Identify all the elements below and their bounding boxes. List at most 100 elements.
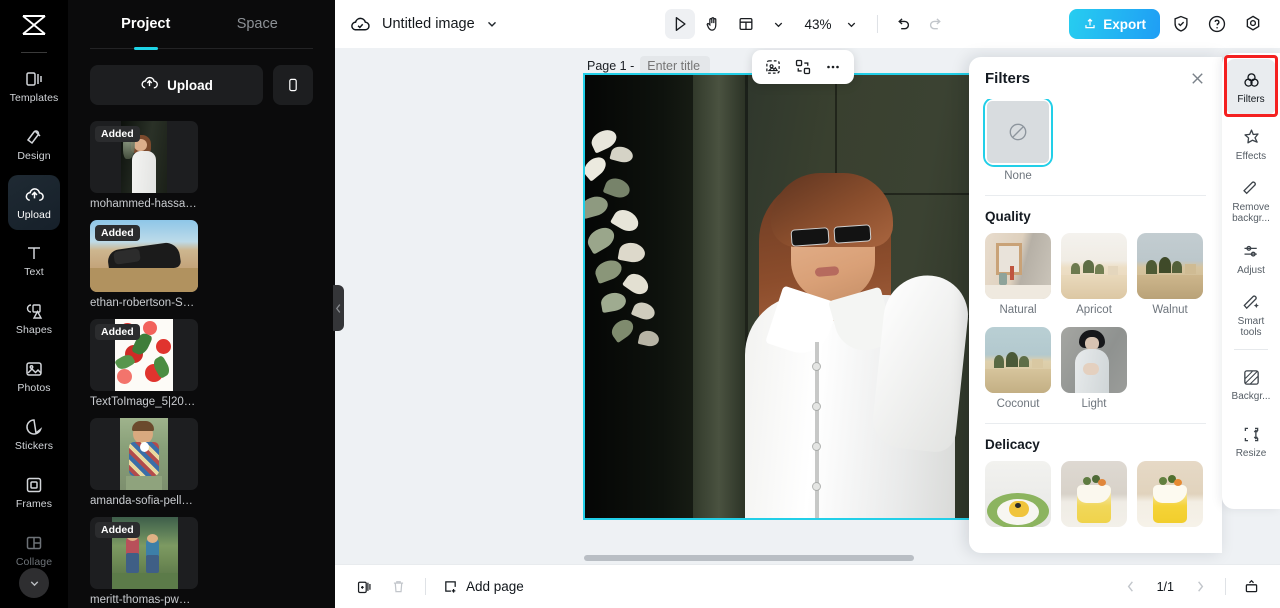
artboard-selected-image[interactable] — [583, 73, 971, 520]
add-page-icon — [442, 578, 459, 595]
filter-group-quality: Natural Apricot Walnut Coconut Light — [985, 233, 1206, 410]
sidebar-label: Upload — [17, 208, 51, 221]
more-options-icon[interactable] — [819, 53, 847, 81]
filter-thumbnail — [1137, 233, 1203, 299]
added-badge: Added — [95, 225, 140, 241]
filter-option-light[interactable]: Light — [1061, 327, 1127, 410]
filter-option-natural[interactable]: Natural — [985, 233, 1051, 316]
filter-option-none[interactable]: None — [985, 99, 1051, 182]
toolbar-left: Untitled image — [349, 13, 499, 36]
filter-option-delicacy-2[interactable] — [1061, 461, 1127, 532]
filter-option-coconut[interactable]: Coconut — [985, 327, 1051, 410]
upload-item-name: ethan-robertson-SYx... — [90, 297, 198, 309]
duplicate-page-icon[interactable] — [349, 572, 379, 602]
zoom-caret-icon[interactable] — [837, 9, 867, 39]
page-label: Page 1 - — [587, 56, 711, 75]
next-page-icon[interactable] — [1185, 572, 1215, 602]
tool-adjust[interactable]: Adjust — [1226, 230, 1276, 286]
swap-replace-icon[interactable] — [789, 53, 817, 81]
toolbar-divider — [876, 15, 878, 33]
layout-grid-icon[interactable] — [730, 9, 760, 39]
filter-thumbnail — [1061, 327, 1127, 393]
tool-resize[interactable]: Resize — [1226, 413, 1276, 469]
filter-thumbnail — [985, 327, 1051, 393]
cursor-select-icon[interactable] — [664, 9, 695, 39]
filter-thumbnail — [985, 461, 1051, 527]
sidebar-item-templates[interactable]: Templates — [8, 59, 60, 114]
upload-button-label: Upload — [167, 77, 213, 93]
filters-panel-body[interactable]: None Quality Natural Apricot Walnut Coco… — [969, 99, 1222, 553]
sidebar-label: Text — [24, 266, 44, 278]
tool-background[interactable]: Backgr... — [1226, 356, 1276, 412]
layout-caret-icon[interactable] — [763, 9, 793, 39]
upload-item[interactable]: amanda-sofia-pellen... — [90, 418, 198, 507]
tool-filters[interactable]: Filters — [1226, 59, 1276, 115]
sidebar-label: Photos — [17, 382, 51, 394]
sidebar-item-stickers[interactable]: Stickers — [8, 407, 60, 462]
filter-label: Natural — [999, 304, 1037, 316]
bottom-left-group: Add page — [349, 572, 528, 602]
upload-cloud-icon — [140, 74, 159, 96]
selection-floating-toolbar — [752, 50, 854, 84]
upload-item[interactable]: Added meritt-thomas-pwCJ... — [90, 517, 198, 606]
sidebar-item-photos[interactable]: Photos — [8, 349, 60, 404]
app-logo[interactable] — [0, 0, 68, 50]
sidebar-label: Shapes — [15, 324, 53, 336]
chevron-down-icon[interactable] — [485, 17, 499, 31]
close-icon[interactable] — [1189, 70, 1206, 87]
page-title-input[interactable] — [640, 56, 711, 75]
cloud-saved-icon[interactable] — [349, 13, 372, 36]
upload-button[interactable]: Upload — [90, 65, 263, 105]
sidebar-label: Design — [17, 150, 51, 162]
document-title[interactable]: Untitled image — [382, 16, 475, 32]
redo-arrow-icon[interactable] — [921, 9, 951, 39]
sidebar-item-design[interactable]: Design — [8, 117, 60, 172]
trash-icon[interactable] — [383, 572, 413, 602]
tool-smart-tools[interactable]: Smart tools — [1226, 287, 1276, 343]
hand-pan-icon[interactable] — [697, 9, 727, 39]
chevron-down-icon[interactable] — [19, 568, 49, 598]
tool-remove-background[interactable]: Remove backgr... — [1226, 173, 1276, 229]
upload-item[interactable]: Added TextToImage_5|2023... — [90, 319, 198, 408]
filter-label: Walnut — [1152, 304, 1188, 316]
thumbnail-image: Added — [90, 517, 198, 589]
prev-page-icon[interactable] — [1116, 572, 1146, 602]
upload-item[interactable]: Added ethan-robertson-SYx... — [90, 220, 198, 309]
shield-check-icon[interactable] — [1166, 9, 1196, 39]
upload-item-name: TextToImage_5|2023... — [90, 396, 198, 408]
section-divider — [985, 195, 1206, 196]
mobile-phone-icon[interactable] — [273, 65, 313, 105]
upload-item[interactable]: Added mohammed-hassan-... — [90, 121, 198, 210]
tool-label: Filters — [1237, 93, 1265, 105]
add-page-button[interactable]: Add page — [438, 578, 528, 595]
tab-space[interactable]: Space — [202, 0, 314, 48]
tab-project[interactable]: Project — [90, 0, 202, 48]
sidebar-item-shapes[interactable]: Shapes — [8, 291, 60, 346]
gear-icon[interactable] — [1238, 9, 1268, 39]
upload-item-name: amanda-sofia-pellen... — [90, 495, 198, 507]
filter-option-walnut[interactable]: Walnut — [1137, 233, 1203, 316]
sidebar-item-upload[interactable]: Upload — [8, 175, 60, 230]
sidebar-item-text[interactable]: Text — [8, 233, 60, 288]
horizontal-scrollbar[interactable] — [584, 555, 914, 561]
panel-collapse-handle[interactable] — [333, 285, 344, 331]
question-circle-icon[interactable] — [1202, 9, 1232, 39]
tool-effects[interactable]: Effects — [1226, 116, 1276, 172]
filters-panel-title: Filters — [985, 69, 1031, 87]
sidebar-item-frames[interactable]: Frames — [8, 465, 60, 520]
page-number-label: Page 1 - — [587, 58, 635, 73]
thumbnail-image: Added — [90, 220, 198, 292]
added-badge: Added — [95, 522, 140, 538]
export-button[interactable]: Export — [1069, 9, 1160, 39]
cutout-select-icon[interactable] — [759, 53, 787, 81]
zoom-level[interactable]: 43% — [796, 17, 833, 32]
filter-option-delicacy-3[interactable] — [1137, 461, 1203, 532]
undo-arrow-icon[interactable] — [888, 9, 918, 39]
present-icon[interactable] — [1236, 572, 1266, 602]
top-toolbar: Untitled image 43% Export — [335, 0, 1280, 48]
canvas-photo — [585, 75, 969, 518]
bottom-divider — [425, 578, 426, 595]
filter-option-delicacy-1[interactable] — [985, 461, 1051, 532]
filter-option-apricot[interactable]: Apricot — [1061, 233, 1127, 316]
main-area: Untitled image 43% Export Page 1 - Enter… — [335, 0, 1280, 608]
